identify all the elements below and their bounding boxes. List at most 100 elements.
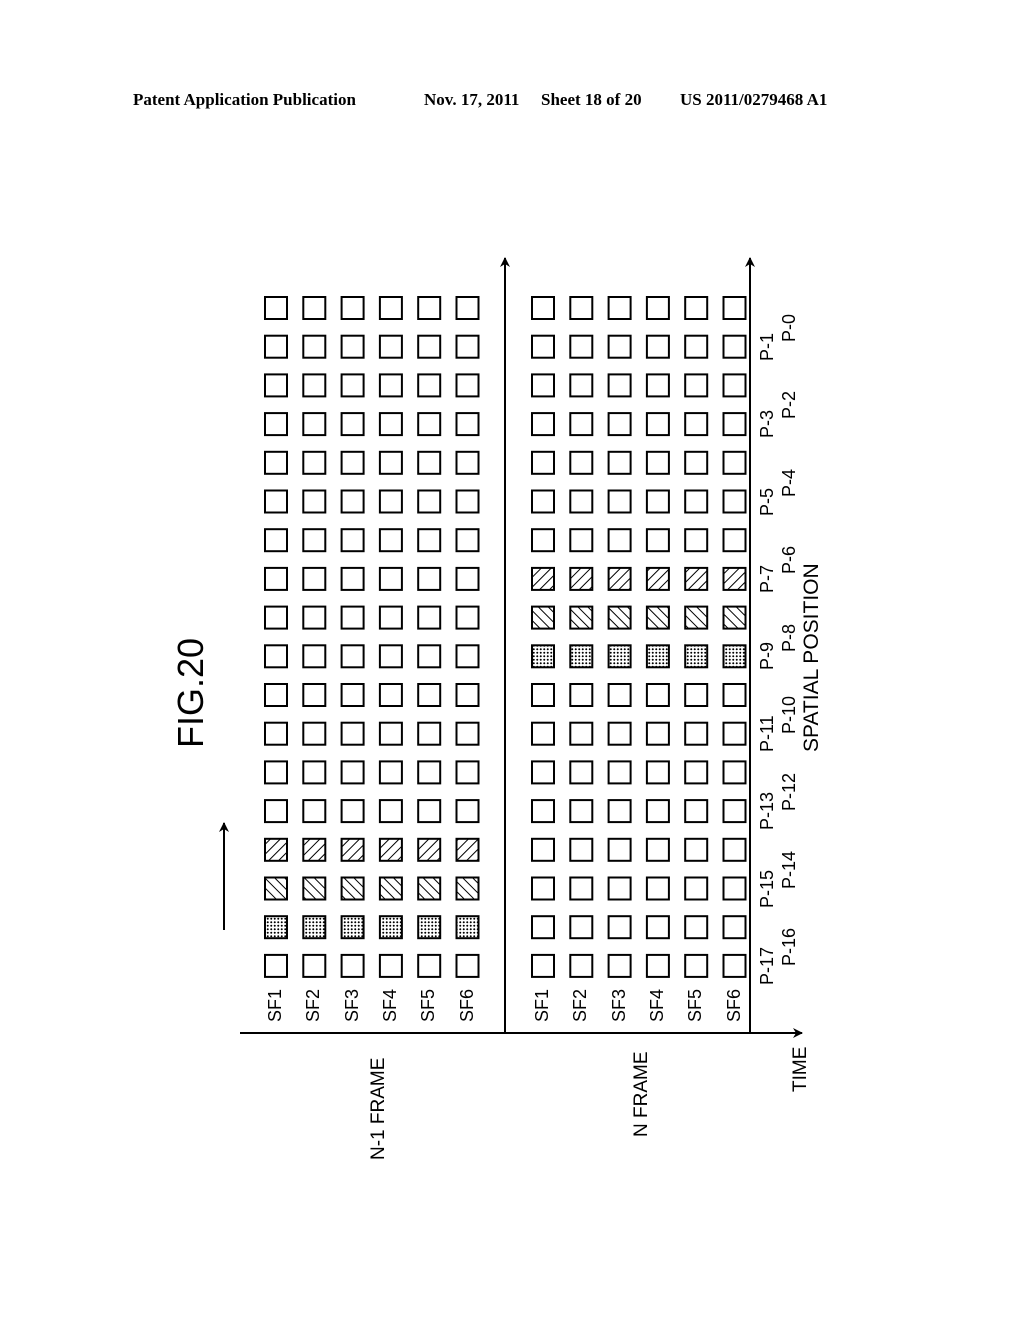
subfield-cell <box>607 450 632 475</box>
subfield-cell <box>569 876 594 901</box>
subfield-cell <box>264 334 288 359</box>
subfield-cell <box>340 412 365 437</box>
subfield-cell <box>569 489 594 514</box>
position-label: P-11 <box>757 715 777 753</box>
subfield-cell <box>455 683 480 707</box>
subfield-cell <box>569 721 594 746</box>
subfield-cell <box>417 412 442 437</box>
subfield-cell <box>455 566 480 591</box>
subfield-cell <box>607 489 632 514</box>
subfield-cell <box>302 489 327 514</box>
subfield-cell <box>455 489 480 514</box>
subfield-cell <box>684 528 709 553</box>
subfield-cell <box>302 799 327 824</box>
subfield-cell <box>722 953 747 978</box>
subfield-cell <box>378 450 403 475</box>
subfield-label: SF6 <box>456 988 477 1022</box>
subfield-cell <box>684 837 709 862</box>
subfield-cell <box>417 644 442 669</box>
subfield-cell <box>531 760 555 785</box>
subfield-cell <box>378 915 403 940</box>
subfield-label: SF3 <box>608 988 629 1022</box>
subfield-diagram <box>219 257 803 1038</box>
subfield-cell <box>645 760 670 785</box>
subfield-cell <box>378 373 403 398</box>
subfield-cell <box>722 683 747 707</box>
subfield-cell <box>722 450 747 475</box>
subfield-cell <box>645 683 670 707</box>
subfield-cell <box>684 373 709 398</box>
subfield-cell <box>722 296 747 320</box>
subfield-cell <box>455 373 480 398</box>
subfield-cell <box>455 334 480 359</box>
subfield-cell <box>684 566 709 591</box>
subfield-cell <box>340 605 365 630</box>
subfield-cell <box>264 683 288 707</box>
subfield-cell <box>264 373 288 398</box>
subfield-cell <box>302 412 327 437</box>
subfield-cell <box>378 489 403 514</box>
subfield-cell <box>607 605 632 630</box>
subfield-cell <box>531 296 555 320</box>
subfield-cell <box>455 296 480 320</box>
subfield-cell <box>264 644 288 669</box>
subfield-cell <box>607 644 632 669</box>
subfield-cell <box>569 528 594 553</box>
subfield-cell <box>607 837 632 862</box>
subfield-cell <box>722 644 747 669</box>
subfield-cell <box>684 450 709 475</box>
subfield-cell <box>645 296 670 320</box>
subfield-cell <box>531 876 555 901</box>
subfield-cell <box>645 915 670 940</box>
subfield-label: SF5 <box>685 988 706 1022</box>
subfield-cell <box>607 799 632 824</box>
position-label: P-2 <box>779 391 799 420</box>
subfield-cell <box>340 489 365 514</box>
subfield-cell <box>302 450 327 475</box>
subfield-label: SF4 <box>379 988 400 1022</box>
subfield-cell <box>302 334 327 359</box>
subfield-cell <box>340 373 365 398</box>
subfield-cell <box>417 528 442 553</box>
subfield-cell <box>378 296 403 320</box>
subfield-cell <box>378 605 403 630</box>
position-label: P-10 <box>779 695 799 734</box>
subfield-cell <box>684 683 709 707</box>
subfield-cell <box>340 953 365 978</box>
subfield-cell <box>455 837 480 862</box>
subfield-cell <box>684 489 709 514</box>
subfield-cell <box>417 450 442 475</box>
subfield-cell <box>569 334 594 359</box>
subfield-cell <box>722 837 747 862</box>
subfield-cell <box>684 876 709 901</box>
subfield-cell <box>645 566 670 591</box>
subfield-cell <box>378 760 403 785</box>
subfield-cell <box>417 683 442 707</box>
subfield-cell <box>722 334 747 359</box>
subfield-cell <box>455 876 480 901</box>
subfield-label: SF5 <box>418 988 439 1022</box>
subfield-cell <box>455 644 480 669</box>
subfield-cell <box>264 412 288 437</box>
subfield-cell <box>340 450 365 475</box>
subfield-cell <box>569 799 594 824</box>
subfield-label: SF2 <box>303 988 324 1022</box>
position-label: P-16 <box>779 928 799 967</box>
subfield-cell <box>569 837 594 862</box>
subfield-cell <box>340 721 365 746</box>
subfield-cell <box>302 876 327 901</box>
subfield-cell <box>340 799 365 824</box>
subfield-cell <box>417 953 442 978</box>
subfield-cell <box>340 296 365 320</box>
subfield-cell <box>340 876 365 901</box>
subfield-cell <box>340 566 365 591</box>
subfield-cell <box>684 412 709 437</box>
subfield-cell <box>569 683 594 707</box>
subfield-cell <box>607 953 632 978</box>
subfield-cell <box>722 566 747 591</box>
subfield-cell <box>722 605 747 630</box>
subfield-cell <box>531 644 555 669</box>
subfield-cell <box>531 953 555 978</box>
subfield-cell <box>378 334 403 359</box>
subfield-cell <box>607 296 632 320</box>
